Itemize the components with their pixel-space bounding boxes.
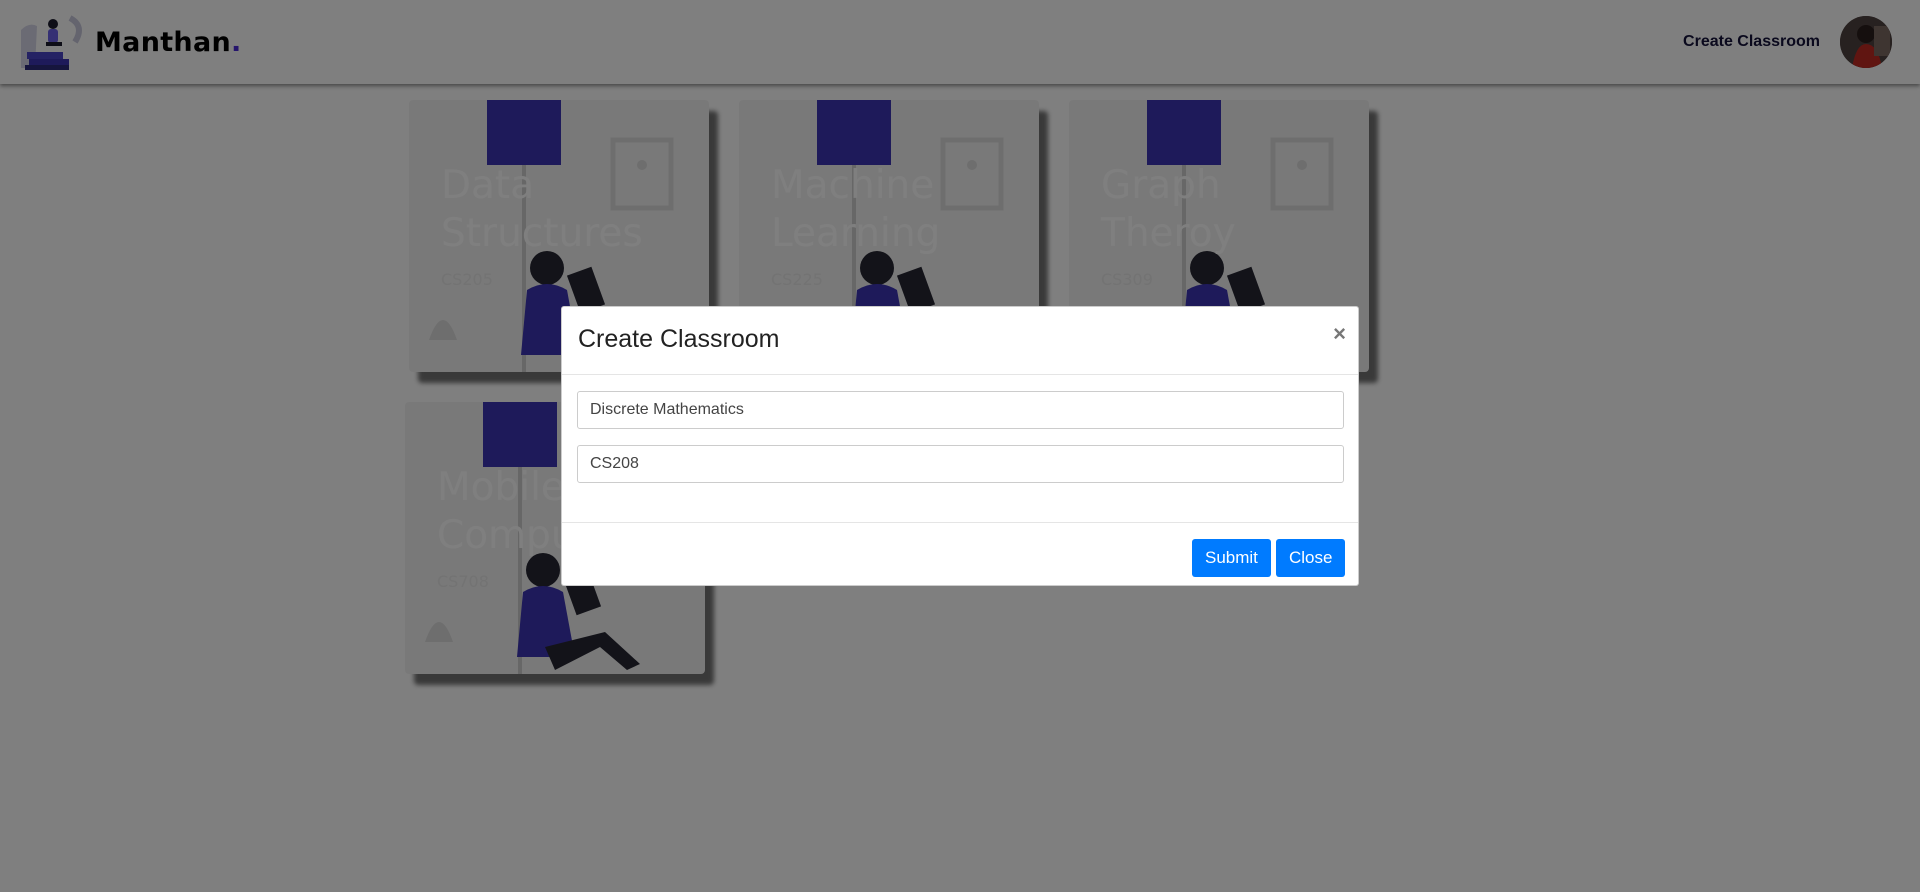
class-name-input[interactable] bbox=[577, 391, 1344, 429]
modal-body bbox=[562, 375, 1358, 523]
modal-footer: Submit Close bbox=[562, 523, 1358, 585]
create-classroom-modal: Create Classroom × Submit Close bbox=[561, 306, 1359, 586]
close-button[interactable]: Close bbox=[1276, 539, 1346, 577]
modal-title: Create Classroom bbox=[578, 325, 780, 353]
close-icon[interactable]: × bbox=[1333, 321, 1346, 347]
modal-header: Create Classroom × bbox=[562, 307, 1358, 375]
submit-button[interactable]: Submit bbox=[1192, 539, 1271, 577]
class-code-input[interactable] bbox=[577, 445, 1344, 483]
